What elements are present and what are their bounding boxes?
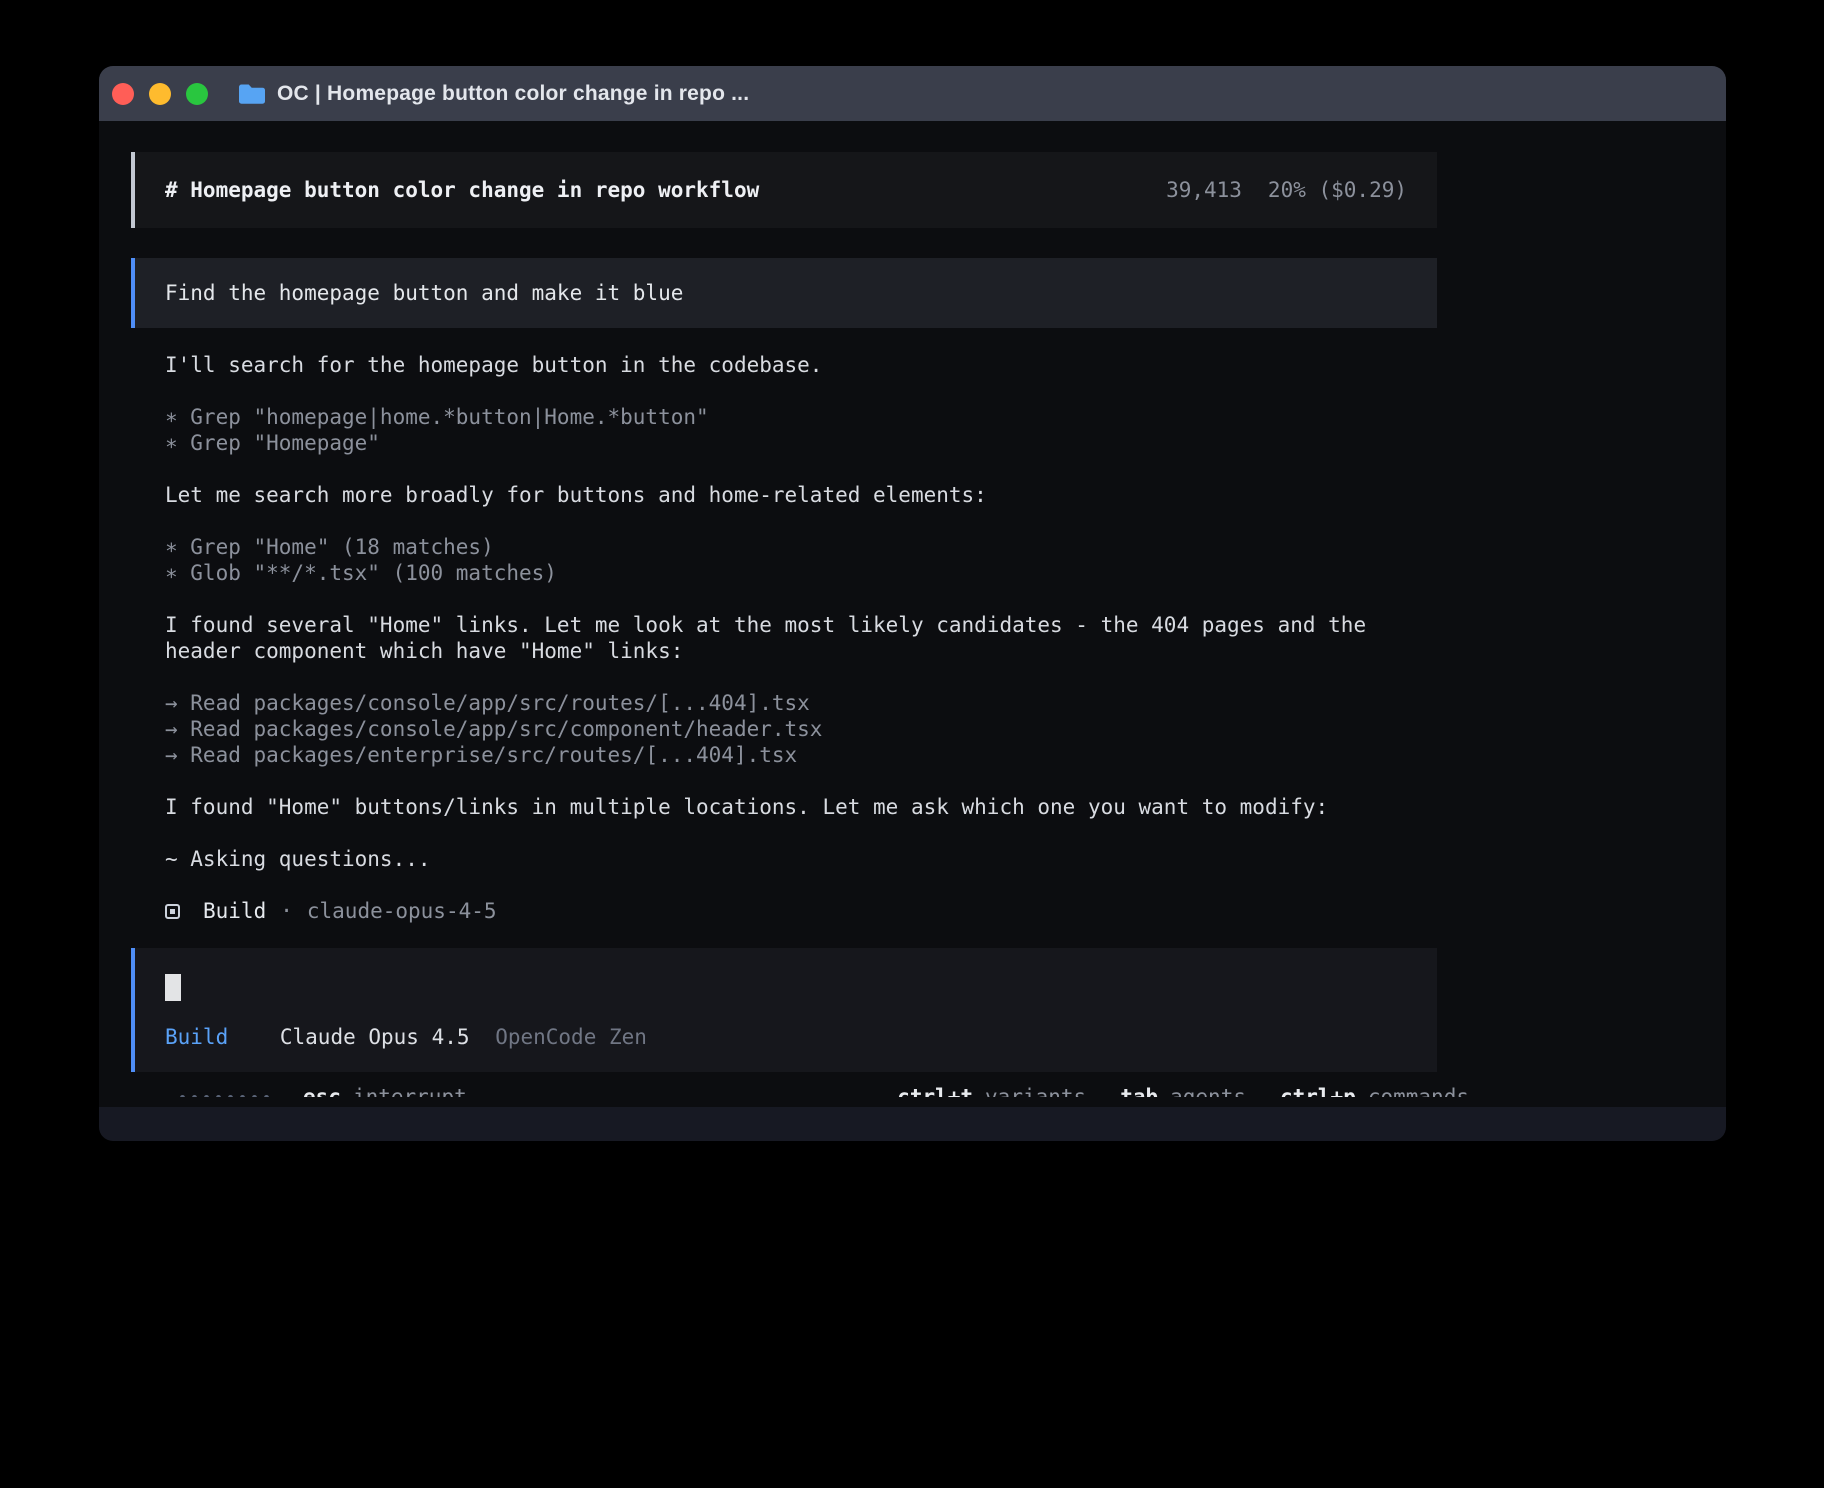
minimize-button[interactable] bbox=[149, 83, 171, 105]
window-controls bbox=[112, 83, 208, 105]
shortcut-commands: ctrl+p commands bbox=[1280, 1084, 1469, 1097]
shortcut-agents: tab agents bbox=[1120, 1084, 1246, 1097]
tool-call-group: ∗ Grep "Home" (18 matches) ∗ Glob "**/*.… bbox=[131, 534, 1437, 586]
tool-call-line: ∗ Grep "Home" (18 matches) bbox=[165, 534, 1437, 560]
window-title: OC | Homepage button color change in rep… bbox=[277, 82, 749, 106]
agent-square-icon bbox=[165, 904, 180, 919]
prompt-input[interactable]: Build Claude Opus 4.5 OpenCode Zen bbox=[131, 948, 1437, 1072]
zoom-button[interactable] bbox=[186, 83, 208, 105]
terminal-body: # Homepage button color change in repo w… bbox=[99, 121, 1726, 1097]
session-stats: 39,413 20% ($0.29) bbox=[1166, 177, 1407, 203]
agent-name: Build bbox=[203, 898, 266, 924]
shortcut-key: tab bbox=[1120, 1084, 1158, 1097]
terminal-window: OC | Homepage button color change in rep… bbox=[99, 66, 1726, 1141]
assistant-paragraph: I found "Home" buttons/links in multiple… bbox=[131, 794, 1437, 820]
shortcut-label: variants bbox=[985, 1084, 1086, 1097]
assistant-paragraph: Let me search more broadly for buttons a… bbox=[131, 482, 1437, 508]
input-meta: Build Claude Opus 4.5 OpenCode Zen bbox=[165, 1024, 1407, 1050]
input-provider-label: OpenCode Zen bbox=[495, 1025, 647, 1049]
spinner-dots-icon bbox=[180, 1095, 269, 1098]
tool-call-group: → Read packages/console/app/src/routes/[… bbox=[131, 690, 1437, 768]
input-agent-label: Build bbox=[165, 1025, 228, 1049]
assistant-paragraph: I'll search for the homepage button in t… bbox=[131, 352, 1437, 378]
tool-call-line: ∗ Grep "Homepage" bbox=[165, 430, 1437, 456]
agent-badge: Build · claude-opus-4-5 bbox=[131, 898, 1437, 924]
tool-call-line: ∗ Grep "homepage|home.*button|Home.*butt… bbox=[165, 404, 1437, 430]
token-count: 39,413 bbox=[1166, 177, 1242, 203]
shortcut-label: agents bbox=[1170, 1084, 1246, 1097]
shortcut-key: esc bbox=[303, 1084, 341, 1097]
session-title: # Homepage button color change in repo w… bbox=[165, 177, 759, 203]
shortcut-esc: esc interrupt bbox=[303, 1084, 467, 1097]
shortcut-key: ctrl+t bbox=[897, 1084, 973, 1097]
status-bar: esc interrupt ctrl+t variants tab agents… bbox=[131, 1084, 1469, 1097]
agent-separator: · bbox=[280, 898, 293, 924]
working-status: ~ Asking questions... bbox=[131, 846, 1437, 872]
tool-call-line: → Read packages/console/app/src/routes/[… bbox=[165, 690, 1437, 716]
shortcut-variants: ctrl+t variants bbox=[897, 1084, 1086, 1097]
shortcut-hints: ctrl+t variants tab agents ctrl+p comman… bbox=[897, 1084, 1469, 1097]
close-button[interactable] bbox=[112, 83, 134, 105]
input-model-label: Claude Opus 4.5 bbox=[280, 1025, 470, 1049]
tool-call-group: ∗ Grep "homepage|home.*button|Home.*butt… bbox=[131, 404, 1437, 456]
context-usage: 20% ($0.29) bbox=[1268, 177, 1407, 203]
tool-call-line: → Read packages/console/app/src/componen… bbox=[165, 716, 1437, 742]
user-message: Find the homepage button and make it blu… bbox=[131, 258, 1437, 328]
assistant-paragraph: I found several "Home" links. Let me loo… bbox=[131, 612, 1437, 664]
tool-call-line: ∗ Glob "**/*.tsx" (100 matches) bbox=[165, 560, 1437, 586]
shortcut-label: interrupt bbox=[353, 1084, 467, 1097]
text-cursor[interactable] bbox=[165, 974, 181, 1001]
shortcut-label: commands bbox=[1368, 1084, 1469, 1097]
shortcut-key: ctrl+p bbox=[1280, 1084, 1356, 1097]
user-message-text: Find the homepage button and make it blu… bbox=[165, 280, 683, 306]
window-bottom-chrome bbox=[99, 1107, 1726, 1141]
agent-model: claude-opus-4-5 bbox=[307, 898, 497, 924]
folder-icon bbox=[238, 83, 265, 104]
titlebar[interactable]: OC | Homepage button color change in rep… bbox=[99, 66, 1726, 121]
session-header: # Homepage button color change in repo w… bbox=[131, 152, 1437, 228]
tool-call-line: → Read packages/enterprise/src/routes/[.… bbox=[165, 742, 1437, 768]
